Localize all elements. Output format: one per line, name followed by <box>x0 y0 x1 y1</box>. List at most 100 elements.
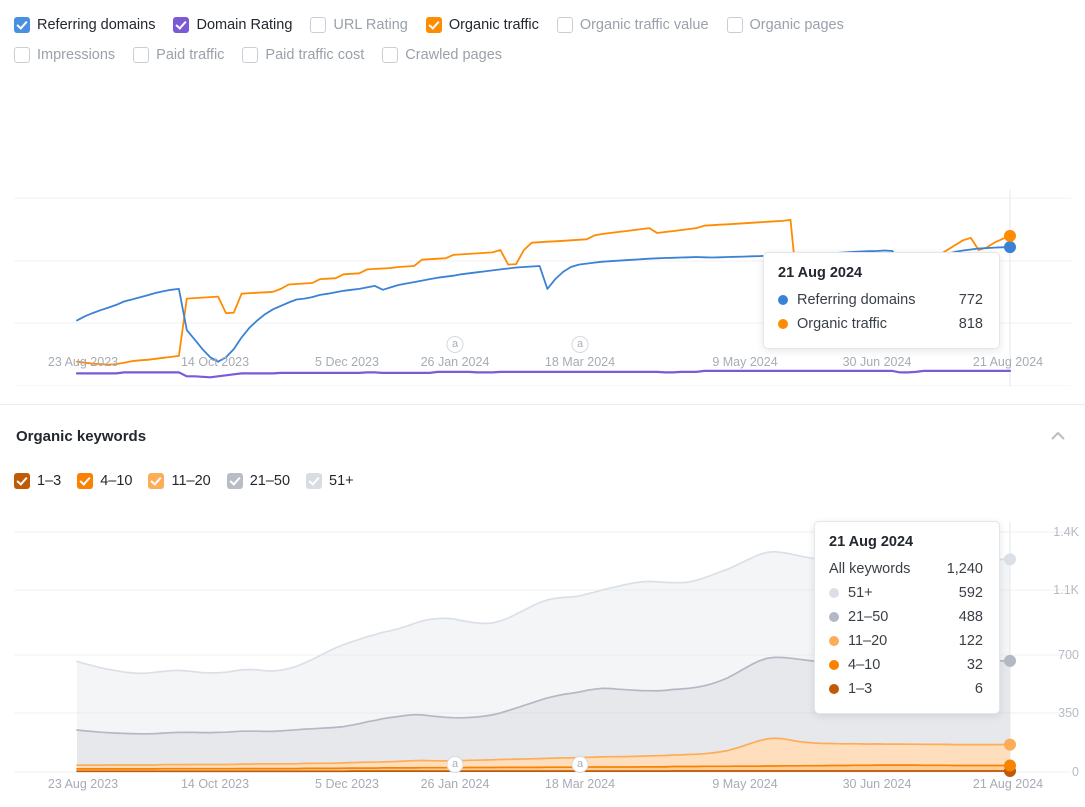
overview-tooltip: 21 Aug 2024 Referring domains 772 Organic … <box>763 252 1000 349</box>
tooltip-series-label: Referring domains <box>797 292 916 308</box>
metric-label: URL Rating <box>333 16 408 33</box>
chevron-up-glyph <box>1051 432 1065 440</box>
checkbox-icon[interactable] <box>14 473 30 489</box>
tooltip-total-row: All keywords 1,240 <box>829 557 983 581</box>
annotation-marker[interactable]: a <box>571 336 589 353</box>
metric-toggle-crawled-pages[interactable]: Crawled pages <box>382 47 502 63</box>
checkbox-icon[interactable] <box>425 17 442 33</box>
y-axis-tick-label: 1.4K <box>1053 525 1079 539</box>
x-axis-tick-label: 26 Jan 2024 <box>420 777 490 791</box>
metric-toggle-paid-traffic[interactable]: Paid traffic <box>133 47 224 63</box>
metric-toggle-organic-traffic[interactable]: Organic traffic <box>425 17 539 33</box>
tooltip-series-label: 4–10 <box>848 657 881 673</box>
tooltip-total-label: All keywords <box>829 561 911 577</box>
x-axis-tick-label: 5 Dec 2023 <box>315 777 379 791</box>
metric-toggle-panel: Referring domains Domain Rating URL Rating… <box>0 0 1085 70</box>
x-axis-tick-label: 5 Dec 2023 <box>315 355 379 369</box>
organic-keywords-chart: 1.4K 1.1K 700 350 0 23 Aug 2023 14 Oct 2023 5 … <box>0 510 1085 807</box>
annotation-marker[interactable]: a <box>446 336 464 353</box>
tooltip-row: 11–20 122 <box>829 629 983 653</box>
x-axis-tick-label: 9 May 2024 <box>712 777 778 791</box>
checkbox-icon[interactable] <box>306 473 323 489</box>
checkbox-icon[interactable] <box>14 17 30 33</box>
metric-toggle-paid-traffic-cost[interactable]: Paid traffic cost <box>242 47 364 63</box>
series-color-dot <box>829 588 839 598</box>
checkbox-icon[interactable] <box>310 17 327 33</box>
keyword-filter-13[interactable]: 1–3 <box>14 473 61 489</box>
organic-keywords-header: Organic keywords <box>0 424 1085 448</box>
metric-label: Organic traffic value <box>579 16 709 33</box>
annotation-marker[interactable]: a <box>571 756 589 773</box>
tooltip-series-value: 32 <box>966 657 983 673</box>
metric-toggle-organic-traffic-value[interactable]: Organic traffic value <box>556 16 709 33</box>
checkbox-icon[interactable] <box>226 473 243 489</box>
checkbox-icon[interactable] <box>173 17 190 33</box>
tooltip-series-value: 6 <box>974 681 983 697</box>
tooltip-series-label: 51+ <box>848 585 873 601</box>
analytics-page: Referring domains Domain Rating URL Rating… <box>0 0 1085 807</box>
tooltip-series-label: 1–3 <box>848 681 873 697</box>
y-axis-tick-label: 0 <box>1072 765 1079 779</box>
tooltip-row: 4–10 32 <box>829 653 983 677</box>
checkbox-icon[interactable] <box>242 47 259 63</box>
x-axis-tick-label: 21 Aug 2024 <box>972 355 1044 369</box>
x-axis-tick-label: 23 Aug 2023 <box>47 777 119 791</box>
tooltip-row: Referring domains 772 <box>778 288 983 312</box>
annotation-marker[interactable]: a <box>446 756 464 773</box>
checkbox-icon[interactable] <box>133 47 150 63</box>
tooltip-series-label: 11–20 <box>848 633 888 649</box>
series-color-dot <box>829 684 839 694</box>
checkbox-icon[interactable] <box>382 47 399 63</box>
tooltip-row: Organic traffic 818 <box>778 312 983 336</box>
metric-label: Organic pages <box>749 16 844 33</box>
keyword-filter-51+[interactable]: 51+ <box>306 473 354 489</box>
tooltip-series-value: 772 <box>958 292 983 308</box>
series-color-dot <box>829 660 839 670</box>
keyword-filter-2150[interactable]: 21–50 <box>226 473 290 489</box>
tooltip-series-value: 818 <box>958 316 983 332</box>
tooltip-row: 51+ 592 <box>829 581 983 605</box>
metric-label: Crawled pages <box>405 46 503 63</box>
x-axis-tick-label: 14 Oct 2023 <box>180 777 250 791</box>
metric-label: Paid traffic cost <box>265 46 365 63</box>
series-color-dot <box>778 319 788 329</box>
metric-row-secondary: Impressions Paid traffic Paid traffic cost… <box>14 40 1071 70</box>
keyword-filter-1120[interactable]: 11–20 <box>148 472 211 489</box>
metric-label: Impressions <box>37 46 116 63</box>
tooltip-series-label: 21–50 <box>848 609 889 625</box>
tooltip-row: 21–50 488 <box>829 605 983 629</box>
x-axis-tick-label: 14 Oct 2023 <box>180 355 250 369</box>
y-axis-tick-label: 350 <box>1058 706 1079 720</box>
metric-toggle-organic-pages[interactable]: Organic pages <box>726 16 844 33</box>
series-color-dot <box>778 295 788 305</box>
checkbox-icon[interactable] <box>148 473 165 489</box>
x-axis-tick-label: 23 Aug 2023 <box>47 355 119 369</box>
checkbox-icon[interactable] <box>14 47 30 63</box>
keyword-filter-label: 4–10 <box>100 472 133 489</box>
metric-label: Paid traffic <box>156 46 225 63</box>
checkbox-icon[interactable] <box>556 17 573 33</box>
keyword-filter-410[interactable]: 4–10 <box>77 473 132 489</box>
metric-toggle-url-rating[interactable]: URL Rating <box>310 16 408 33</box>
tooltip-date: 21 Aug 2024 <box>829 534 914 550</box>
x-axis-tick-label: 26 Jan 2024 <box>420 355 490 369</box>
checkbox-icon[interactable] <box>726 17 743 33</box>
metric-toggle-impressions[interactable]: Impressions <box>14 47 115 63</box>
checkbox-icon[interactable] <box>77 473 94 489</box>
metric-toggle-referring-domains[interactable]: Referring domains <box>14 17 155 33</box>
tooltip-row: 1–3 6 <box>829 677 983 701</box>
tooltip-rows: Referring domains 772 Organic traffic 818 <box>778 288 983 336</box>
x-axis-tick-label: 18 Mar 2024 <box>544 777 616 791</box>
tooltip-series-value: 488 <box>958 609 983 625</box>
keyword-filter-label: 1–3 <box>37 472 62 489</box>
x-axis-tick-label: 30 Jun 2024 <box>842 355 912 369</box>
tooltip-total-value: 1,240 <box>946 561 983 577</box>
overview-chart: 23 Aug 2023 14 Oct 2023 5 Dec 2023 26 Jan 2… <box>0 86 1085 404</box>
keyword-filter-label: 11–20 <box>171 472 211 489</box>
metric-toggle-domain-rating[interactable]: Domain Rating <box>173 17 292 33</box>
y-axis-tick-label: 1.1K <box>1053 583 1079 597</box>
chevron-up-icon[interactable] <box>1047 425 1069 447</box>
tooltip-rows: 51+ 592 21–50 488 11–20 122 4–10 32 1–3 6 <box>829 581 983 701</box>
keyword-bucket-filters: 1–3 4–10 11–20 21–50 51+ <box>14 473 370 489</box>
section-title: Organic keywords <box>16 427 147 445</box>
